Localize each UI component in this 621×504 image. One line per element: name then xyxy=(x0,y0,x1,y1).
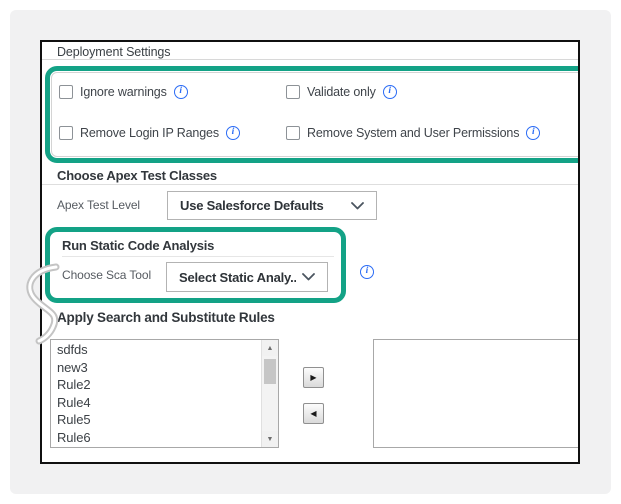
panel-title: Deployment Settings xyxy=(57,45,171,59)
title-divider xyxy=(42,59,578,60)
choose-sca-tool-label: Choose Sca Tool xyxy=(62,268,152,282)
checkbox-label: Remove Login IP Ranges xyxy=(80,126,219,140)
checkbox-label: Remove System and User Permissions xyxy=(307,126,520,140)
info-icon[interactable]: i xyxy=(382,85,397,99)
scroll-down-icon[interactable]: ▼ xyxy=(262,431,278,447)
checkbox-item-remove-login-ip-ranges[interactable]: Remove Login IP Ranges i xyxy=(59,126,286,140)
list-item[interactable]: new3 xyxy=(51,359,261,377)
checkbox[interactable] xyxy=(286,126,300,140)
selected-rules-listbox[interactable] xyxy=(373,339,578,448)
deployment-settings-panel: Deployment Settings Ignore warnings i Va… xyxy=(40,40,580,464)
section-divider xyxy=(62,256,334,257)
move-left-button[interactable]: ◀ xyxy=(303,403,324,424)
scrollbar-thumb[interactable] xyxy=(264,359,276,384)
checkbox[interactable] xyxy=(59,126,73,140)
list-item[interactable]: Rule2 xyxy=(51,376,261,394)
checkbox[interactable] xyxy=(286,85,300,99)
dropdown-value: Use Salesforce Defaults xyxy=(180,198,324,213)
available-rules-listbox[interactable]: sdfds new3 Rule2 Rule4 Rule5 Rule6 ▲ ▼ xyxy=(50,339,279,448)
checkbox[interactable] xyxy=(59,85,73,99)
list-item[interactable]: Rule5 xyxy=(51,411,261,429)
sca-tool-dropdown[interactable]: Select Static Analy.. xyxy=(166,262,328,292)
section-heading-search-substitute-rules: Apply Search and Substitute Rules xyxy=(57,310,275,325)
checkbox-item-remove-system-user-permissions[interactable]: Remove System and User Permissions i xyxy=(286,126,541,140)
info-icon[interactable]: i xyxy=(225,126,240,140)
section-heading-apex-test-classes: Choose Apex Test Classes xyxy=(57,168,217,183)
dropdown-value: Select Static Analy.. xyxy=(179,269,296,285)
info-icon[interactable]: i xyxy=(360,265,374,279)
list-item[interactable]: sdfds xyxy=(51,341,261,359)
scroll-up-icon[interactable]: ▲ xyxy=(262,340,278,356)
chevron-down-icon xyxy=(351,201,364,209)
info-icon[interactable]: i xyxy=(526,126,541,140)
checkbox-label: Validate only xyxy=(307,85,376,99)
section-heading-static-code-analysis: Run Static Code Analysis xyxy=(62,238,215,253)
move-right-button[interactable]: ▶ xyxy=(303,367,324,388)
section-divider xyxy=(42,184,578,185)
screenshot-canvas: Deployment Settings Ignore warnings i Va… xyxy=(0,0,621,504)
list-item[interactable]: Rule4 xyxy=(51,394,261,412)
checkbox-item-validate-only[interactable]: Validate only i xyxy=(286,85,540,99)
listbox-scrollbar[interactable]: ▲ ▼ xyxy=(261,340,278,447)
deployment-options-group: Ignore warnings i Validate only i Remove… xyxy=(59,85,541,140)
available-rules-list: sdfds new3 Rule2 Rule4 Rule5 Rule6 xyxy=(51,341,261,447)
checkbox-item-ignore-warnings[interactable]: Ignore warnings i xyxy=(59,85,286,99)
apex-test-level-dropdown[interactable]: Use Salesforce Defaults xyxy=(167,191,377,220)
apex-test-level-label: Apex Test Level xyxy=(57,198,140,212)
list-item[interactable]: Rule6 xyxy=(51,429,261,447)
checkbox-label: Ignore warnings xyxy=(80,85,167,99)
chevron-down-icon xyxy=(302,273,315,281)
info-icon[interactable]: i xyxy=(173,85,188,99)
